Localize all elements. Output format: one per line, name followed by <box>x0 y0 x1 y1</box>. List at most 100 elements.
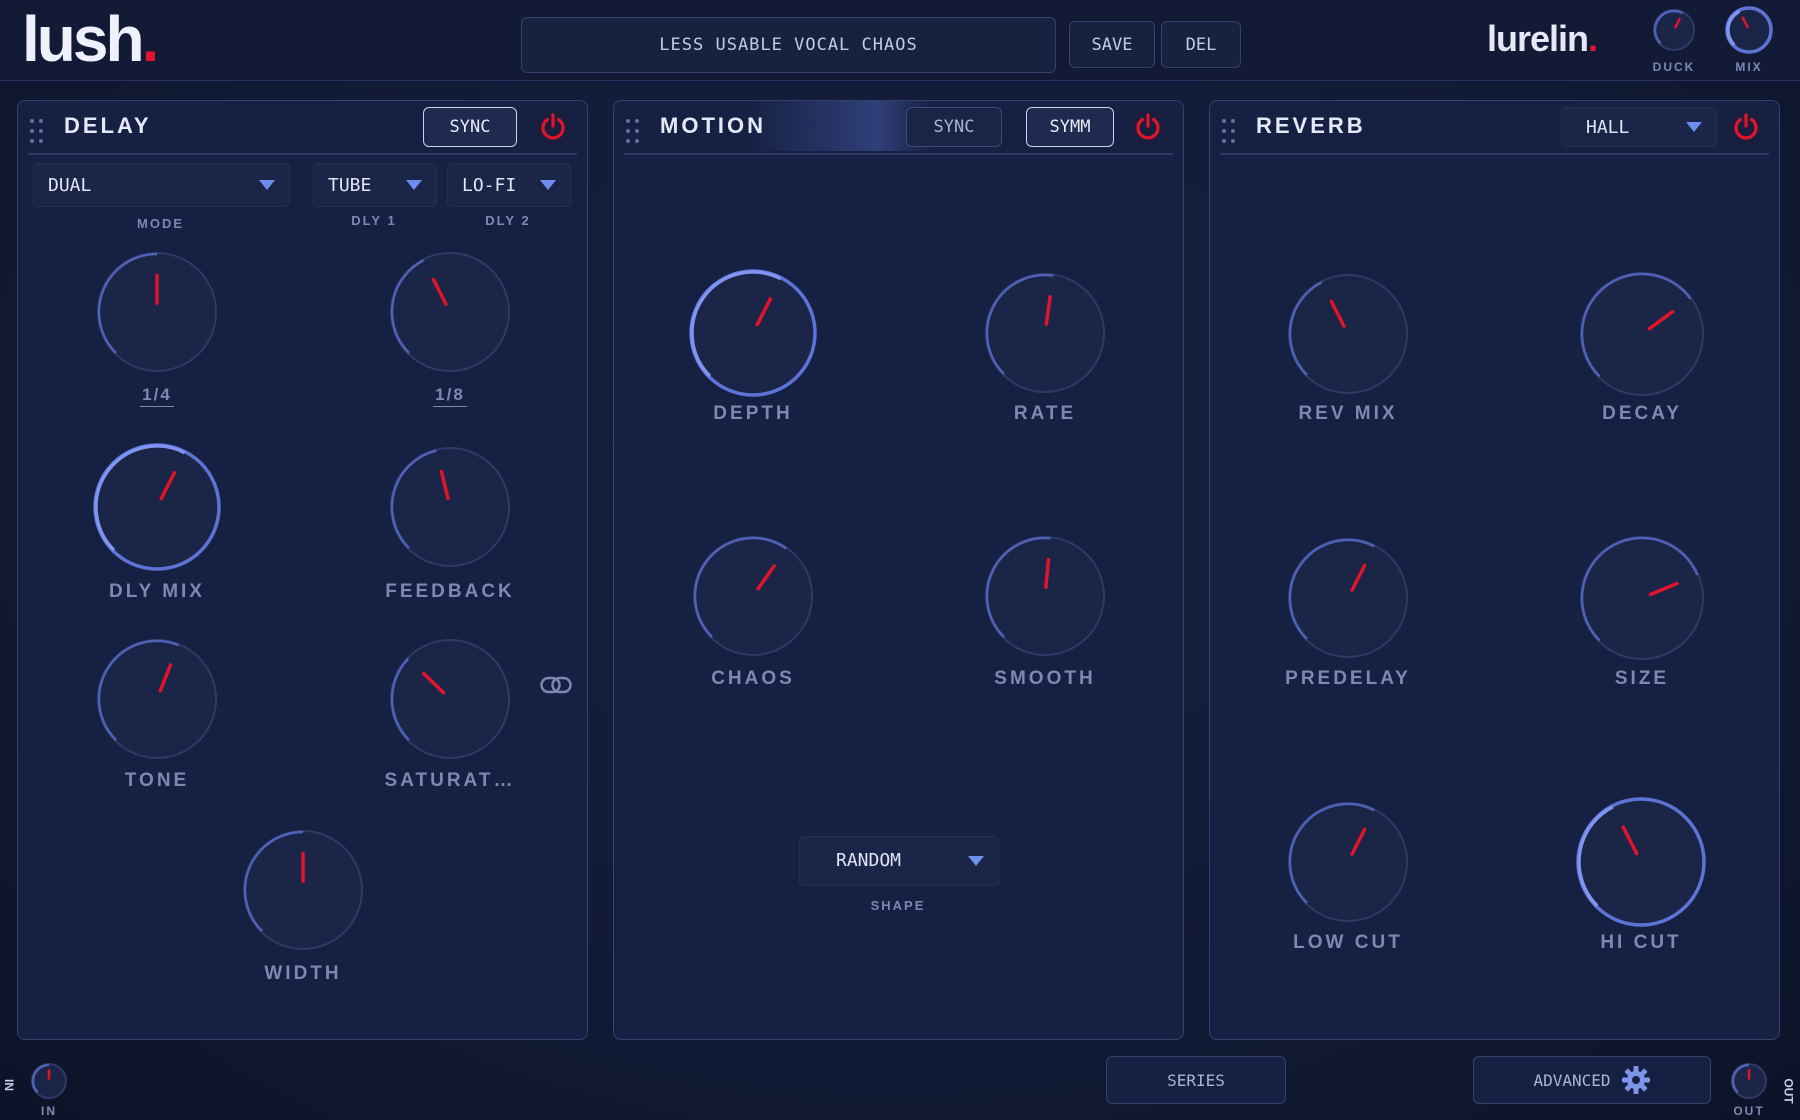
decay-knob[interactable]: DECAY <box>1579 271 1705 424</box>
width-knob[interactable]: WIDTH <box>242 829 364 984</box>
advanced-button[interactable]: ADVANCED <box>1473 1056 1711 1104</box>
tone-label: TONE <box>124 770 190 791</box>
hi-cut-label: HI CUT <box>1600 932 1682 953</box>
plugin-window: lush. LESS USABLE VOCAL CHAOS SAVE DEL l… <box>0 0 1800 1120</box>
tone-knob[interactable]: TONE <box>96 638 218 791</box>
rate-knob[interactable]: RATE <box>984 272 1106 424</box>
save-button[interactable]: SAVE <box>1069 21 1155 68</box>
width-label: WIDTH <box>264 963 342 984</box>
delay-time2-value[interactable]: 1/8 <box>349 385 551 407</box>
delay-time1-knob-graphic <box>97 252 217 372</box>
dly-mix-knob-graphic <box>93 443 221 571</box>
depth-label: DEPTH <box>713 403 793 424</box>
shape-dropdown[interactable]: RANDOM <box>799 836 999 886</box>
drag-handle-icon[interactable] <box>626 119 640 145</box>
hi-cut-knob-graphic <box>1576 797 1706 927</box>
out-side-label: OUT <box>1781 1078 1796 1104</box>
duck-knob[interactable] <box>1652 8 1696 52</box>
mode-label: MODE <box>137 216 184 231</box>
series-label: SERIES <box>1167 1070 1225 1090</box>
in-label: IN <box>41 1104 57 1118</box>
reverb-type-value: HALL <box>1586 117 1630 138</box>
advanced-label: ADVANCED <box>1533 1070 1611 1090</box>
link-icon[interactable] <box>540 676 572 694</box>
feedback-knob[interactable]: FEEDBACK <box>385 446 512 602</box>
tone-knob-graphic <box>97 639 217 759</box>
preset-name-text: LESS USABLE VOCAL CHAOS <box>659 35 918 55</box>
mix-knob-graphic <box>1725 6 1773 54</box>
hi-cut-knob[interactable]: HI CUT <box>1576 797 1706 953</box>
delay-time2-knob-graphic <box>390 252 510 372</box>
saturation-knob[interactable]: SATURAT… <box>385 638 512 791</box>
in-knob-graphic <box>31 1063 67 1099</box>
series-button[interactable]: SERIES <box>1106 1056 1286 1104</box>
chaos-label: CHAOS <box>711 668 795 689</box>
symm-button[interactable]: SYMM <box>1026 107 1114 147</box>
width-knob-graphic <box>243 830 363 950</box>
dly1-dropdown[interactable]: TUBE <box>313 163 437 207</box>
motion-panel: MOTION SYNC SYMM DEPTH RATE CHAOS SMOOTH… <box>613 100 1184 1040</box>
dly2-value: LO-FI <box>462 175 517 196</box>
delay-power-icon[interactable] <box>535 109 571 145</box>
delay-time2-knob[interactable]: 1/8 <box>389 251 511 407</box>
output-gain-knob[interactable] <box>1730 1062 1768 1100</box>
feedback-knob-graphic <box>390 447 510 567</box>
decay-knob-graphic <box>1580 272 1704 396</box>
delay-sync-button[interactable]: SYNC <box>423 107 517 147</box>
dropdown-arrow-icon <box>540 180 556 190</box>
shape-label: SHAPE <box>870 898 926 913</box>
drag-handle-icon[interactable] <box>30 119 44 145</box>
saturation-knob-graphic <box>390 639 510 759</box>
power-symbol <box>541 113 565 140</box>
motion-sync-button[interactable]: SYNC <box>906 107 1002 147</box>
drag-handle-icon[interactable] <box>1222 119 1236 145</box>
preset-name-field[interactable]: LESS USABLE VOCAL CHAOS <box>521 17 1056 73</box>
reverb-panel: REVERB HALL REV MIX DECAY PREDELAY SIZE … <box>1209 100 1780 1040</box>
dly2-dropdown[interactable]: LO-FI <box>447 163 571 207</box>
dly-mix-knob[interactable]: DLY MIX <box>93 443 221 602</box>
dropdown-arrow-icon <box>1686 122 1702 132</box>
divider <box>624 153 1173 155</box>
delay-time1-value[interactable]: 1/4 <box>56 385 258 407</box>
divider <box>1220 153 1769 155</box>
chaos-knob[interactable]: CHAOS <box>692 535 814 689</box>
mix-label: MIX <box>1735 60 1763 74</box>
delay-mode-value: DUAL <box>48 175 92 196</box>
duck-label: DUCK <box>1652 60 1696 74</box>
shape-value: RANDOM <box>836 850 902 871</box>
rev-mix-label: REV MIX <box>1298 403 1398 424</box>
delay-mode-dropdown[interactable]: DUAL <box>33 163 290 207</box>
depth-knob-graphic <box>689 269 817 397</box>
depth-knob[interactable]: DEPTH <box>689 269 817 424</box>
motion-title: MOTION <box>660 113 766 138</box>
decay-label: DECAY <box>1602 403 1682 424</box>
delay-time1-knob[interactable]: 1/4 <box>96 251 218 407</box>
dropdown-arrow-icon <box>406 180 422 190</box>
rev-mix-knob-graphic <box>1288 274 1408 394</box>
delay-panel: DELAY SYNC DUAL MODE TUBE DLY 1 LO-FI DL… <box>17 100 588 1040</box>
low-cut-knob[interactable]: LOW CUT <box>1287 801 1409 953</box>
duck-knob-graphic <box>1653 9 1695 51</box>
reverb-power-icon[interactable] <box>1728 109 1764 145</box>
low-cut-label: LOW CUT <box>1293 932 1403 953</box>
motion-power-icon[interactable] <box>1130 109 1166 145</box>
predelay-label: PREDELAY <box>1285 668 1411 689</box>
size-knob-graphic <box>1580 536 1704 660</box>
input-gain-knob[interactable] <box>30 1062 68 1100</box>
dropdown-arrow-icon <box>259 180 275 190</box>
rev-mix-knob[interactable]: REV MIX <box>1287 273 1409 424</box>
predelay-knob[interactable]: PREDELAY <box>1285 537 1409 689</box>
dly1-value: TUBE <box>328 175 372 196</box>
size-knob[interactable]: SIZE <box>1579 535 1705 689</box>
predelay-knob-graphic <box>1288 538 1408 658</box>
saturation-label: SATURAT… <box>384 770 516 791</box>
out-knob-graphic <box>1731 1063 1767 1099</box>
smooth-knob-graphic <box>985 536 1105 656</box>
reverb-type-dropdown[interactable]: HALL <box>1561 107 1717 147</box>
top-bar: lush. LESS USABLE VOCAL CHAOS SAVE DEL l… <box>0 0 1800 81</box>
smooth-knob[interactable]: SMOOTH <box>984 535 1106 689</box>
mix-knob[interactable] <box>1725 6 1773 54</box>
size-label: SIZE <box>1614 668 1670 689</box>
dly2-label: DLY 2 <box>485 213 531 228</box>
delete-button[interactable]: DEL <box>1161 21 1241 68</box>
